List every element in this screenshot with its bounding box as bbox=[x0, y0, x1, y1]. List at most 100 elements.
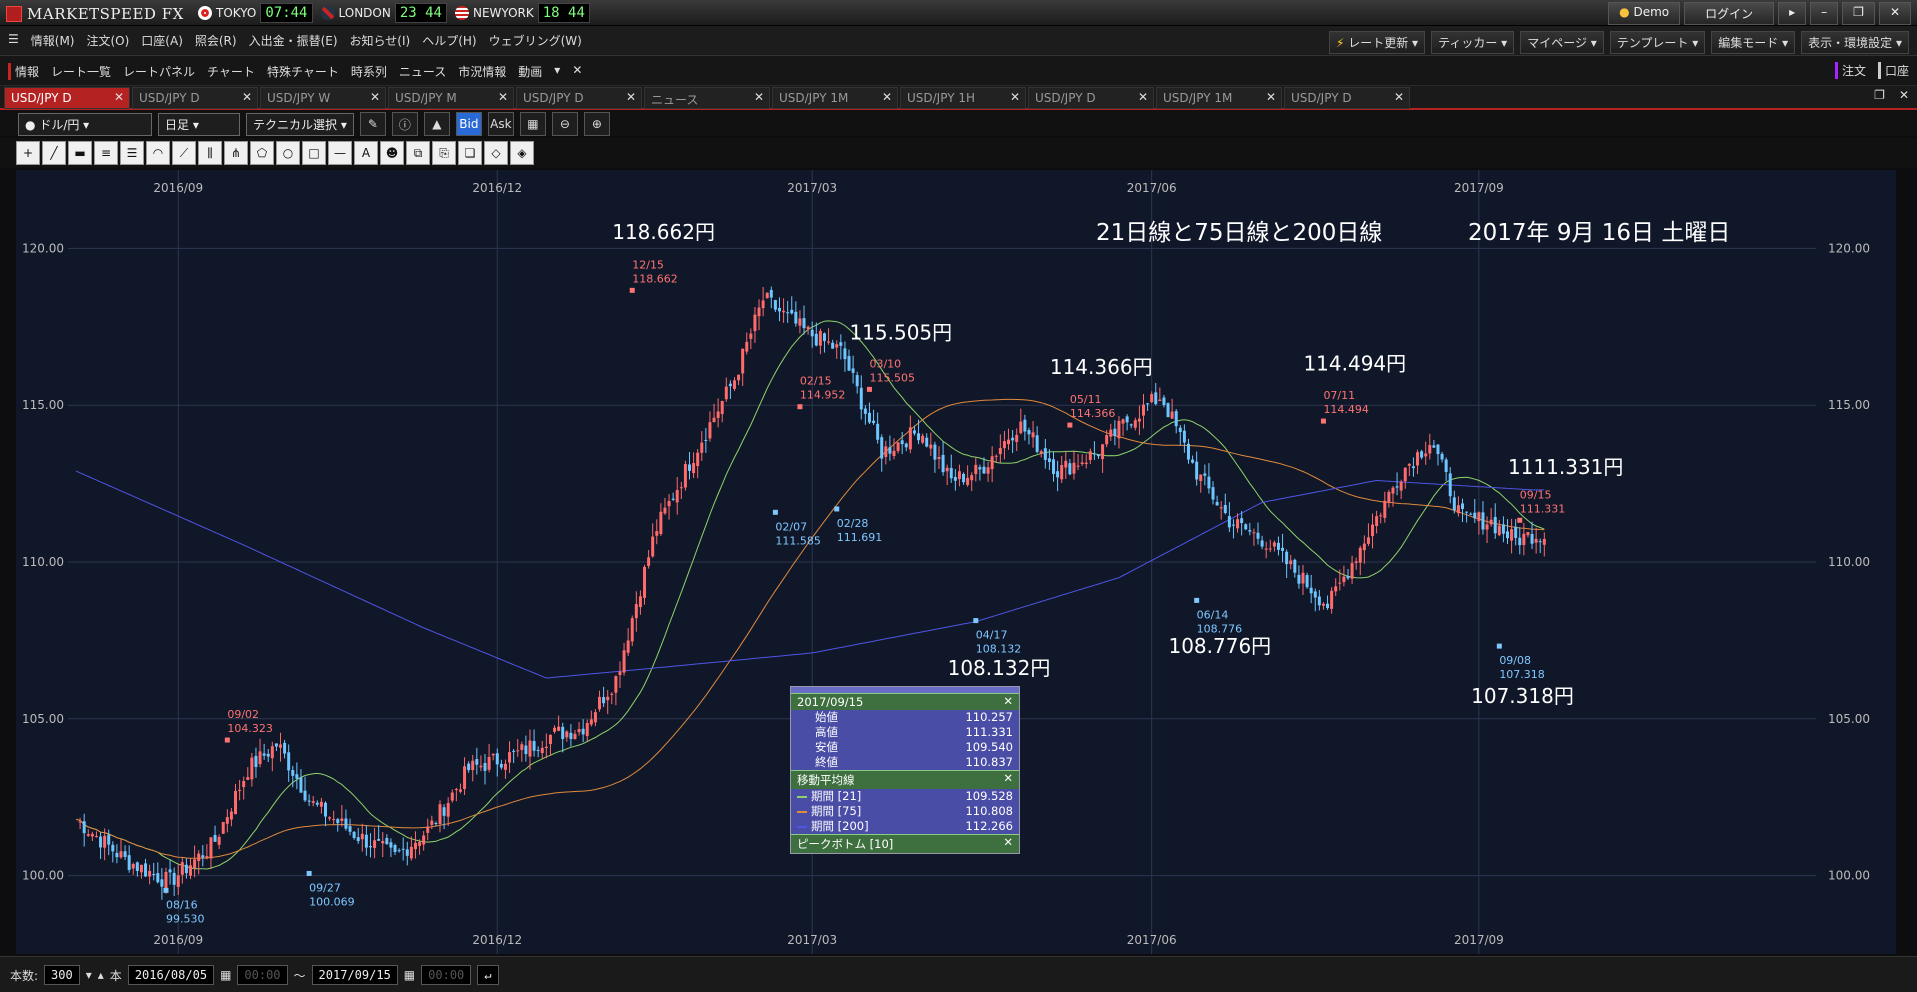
from-time-input[interactable]: 00:00 bbox=[237, 965, 288, 985]
trendline-icon[interactable]: ╱ bbox=[42, 141, 66, 165]
restore-icon[interactable]: ❐ bbox=[1874, 88, 1885, 102]
mypage-button[interactable]: マイページ ▾ bbox=[1520, 31, 1604, 54]
tab-chart[interactable]: USD/JPY M ✕ bbox=[388, 87, 514, 109]
fan-icon[interactable]: ⟋ bbox=[172, 141, 196, 165]
crosshair-icon[interactable]: + bbox=[16, 141, 40, 165]
close-icon[interactable]: ✕ bbox=[1138, 90, 1148, 104]
icon-stamp-icon[interactable]: ☻ bbox=[380, 141, 404, 165]
ohlc-info-panel[interactable]: 2017/09/15 ✕ 始値 110.257 高値 111.331 安値 109.54… bbox=[790, 686, 1020, 854]
eraser-all-icon[interactable]: ◈ bbox=[510, 141, 534, 165]
close-icon[interactable]: ✕ bbox=[754, 90, 764, 104]
func-item[interactable]: レート一覧 bbox=[51, 63, 111, 80]
func-item[interactable]: 情報 bbox=[8, 63, 39, 80]
close-icon[interactable]: ✕ bbox=[1878, 2, 1911, 25]
tab-chart[interactable]: USD/JPY D ✕ bbox=[516, 87, 642, 109]
calendar-icon[interactable]: ▦ bbox=[404, 968, 415, 982]
func-item[interactable]: 時系列 bbox=[351, 63, 387, 80]
calendar-icon[interactable]: ▦ bbox=[220, 968, 231, 982]
menu-item[interactable]: 口座(A) bbox=[141, 32, 183, 49]
info-icon[interactable]: ⓘ bbox=[391, 112, 418, 136]
close-icon[interactable]: ✕ bbox=[498, 90, 508, 104]
tab-chart[interactable]: USD/JPY D ✕ bbox=[1028, 87, 1154, 109]
area-chart-icon[interactable]: ▲ bbox=[423, 112, 450, 136]
menu-item[interactable]: 照会(R) bbox=[195, 32, 237, 49]
bid-button[interactable]: Bid bbox=[455, 112, 482, 136]
func-item[interactable]: 市況情報 bbox=[458, 63, 506, 80]
edit-mode-button[interactable]: 編集モード ▾ bbox=[1711, 31, 1796, 54]
demo-button[interactable]: ● Demo bbox=[1608, 2, 1681, 25]
close-icon[interactable]: ✕ bbox=[1394, 90, 1404, 104]
template-button[interactable]: テンプレート ▾ bbox=[1609, 31, 1706, 54]
ruler-icon[interactable]: ▬ bbox=[68, 141, 92, 165]
from-date-input[interactable]: 2016/08/05 bbox=[127, 965, 215, 985]
zoom-out-icon[interactable]: ⊖ bbox=[551, 112, 578, 136]
close-icon[interactable]: ✕ bbox=[1010, 90, 1020, 104]
count-input[interactable]: 300 bbox=[44, 965, 80, 985]
menu-item[interactable]: 情報(M) bbox=[31, 32, 75, 49]
text-icon[interactable]: A bbox=[354, 141, 378, 165]
menu-item[interactable]: お知らせ(I) bbox=[350, 32, 411, 49]
tab-chart[interactable]: USD/JPY 1M ✕ bbox=[772, 87, 898, 109]
tab-chart[interactable]: USD/JPY D ✕ bbox=[4, 87, 130, 109]
tab-chart[interactable]: USD/JPY D ✕ bbox=[132, 87, 258, 109]
arc-icon[interactable]: ◠ bbox=[146, 141, 170, 165]
count-down-icon[interactable]: ▾ bbox=[86, 968, 92, 982]
display-settings-button[interactable]: 表示・環境設定 ▾ bbox=[1801, 31, 1909, 54]
rate-update-button[interactable]: ⚡ レート更新 ▾ bbox=[1328, 31, 1426, 54]
close-icon[interactable]: ✕ bbox=[1899, 88, 1909, 102]
menu-item[interactable]: 入出金・振替(E) bbox=[249, 32, 338, 49]
tab-chart[interactable]: USD/JPY 1H ✕ bbox=[900, 87, 1026, 109]
tab-news[interactable]: ニュース ✕ bbox=[644, 87, 770, 109]
func-item[interactable]: 特殊チャート bbox=[267, 63, 339, 80]
pitchfork-icon[interactable]: ⋔ bbox=[224, 141, 248, 165]
close-icon[interactable]: ✕ bbox=[114, 90, 124, 104]
close-icon[interactable]: ✕ bbox=[370, 90, 380, 104]
login-button[interactable]: ログイン bbox=[1684, 2, 1775, 25]
menu-toggle-icon[interactable]: ☰ bbox=[8, 32, 19, 49]
close-icon[interactable]: ✕ bbox=[242, 90, 252, 104]
period-select[interactable]: 日足 ▾ bbox=[158, 112, 240, 136]
horizontal-line-icon[interactable]: — bbox=[328, 141, 352, 165]
maximize-icon[interactable]: ❐ bbox=[1842, 2, 1875, 25]
to-date-input[interactable]: 2017/09/15 bbox=[311, 965, 398, 985]
pair-select[interactable]: ● ドル/円 ▾ bbox=[18, 112, 152, 136]
func-item[interactable]: チャート bbox=[207, 63, 255, 80]
close-icon[interactable]: ✕ bbox=[1003, 694, 1013, 708]
close-icon[interactable]: ✕ bbox=[572, 63, 582, 80]
tab-chart[interactable]: USD/JPY W ✕ bbox=[260, 87, 386, 109]
chart-settings-icon[interactable]: ▦ bbox=[519, 112, 546, 136]
eraser-icon[interactable]: ◇ bbox=[484, 141, 508, 165]
func-item[interactable]: 動画 bbox=[518, 63, 542, 80]
technical-select[interactable]: テクニカル選択 ▾ bbox=[246, 112, 354, 136]
expand-icon[interactable]: ▸ bbox=[1778, 2, 1807, 25]
circle-icon[interactable]: ○ bbox=[276, 141, 300, 165]
layers-icon[interactable]: ❏ bbox=[458, 141, 482, 165]
minimize-icon[interactable]: – bbox=[1810, 2, 1839, 25]
close-icon[interactable]: ✕ bbox=[1003, 835, 1013, 849]
ask-button[interactable]: Ask bbox=[487, 112, 514, 136]
fibonacci-icon[interactable]: ☰ bbox=[120, 141, 144, 165]
account-button[interactable]: 口座 bbox=[1877, 62, 1909, 79]
menu-item[interactable]: ウェブリング(W) bbox=[489, 32, 582, 49]
close-icon[interactable]: ✕ bbox=[1003, 771, 1013, 785]
to-time-input[interactable]: 00:00 bbox=[421, 965, 472, 985]
tab-chart[interactable]: USD/JPY 1M ✕ bbox=[1156, 87, 1282, 109]
pen-icon[interactable]: ✎ bbox=[359, 112, 386, 136]
menu-item[interactable]: 注文(O) bbox=[86, 32, 129, 49]
copy-icon[interactable]: ⧉ bbox=[406, 141, 430, 165]
horizontal-lines-icon[interactable]: ≡ bbox=[94, 141, 118, 165]
count-up-icon[interactable]: ▴ bbox=[98, 968, 104, 982]
close-icon[interactable]: ✕ bbox=[626, 90, 636, 104]
close-icon[interactable]: ✕ bbox=[882, 90, 892, 104]
menu-item[interactable]: ヘルプ(H) bbox=[422, 32, 476, 49]
vertical-lines-icon[interactable]: ⫼ bbox=[198, 141, 222, 165]
zoom-in-icon[interactable]: ⊕ bbox=[583, 112, 610, 136]
refresh-icon[interactable]: ↵ bbox=[477, 965, 499, 985]
paste-icon[interactable]: ⎘ bbox=[432, 141, 456, 165]
close-icon[interactable]: ✕ bbox=[1266, 90, 1276, 104]
rectangle-icon[interactable]: □ bbox=[302, 141, 326, 165]
order-button[interactable]: 注文 bbox=[1834, 62, 1866, 79]
pentagon-icon[interactable]: ⬠ bbox=[250, 141, 274, 165]
ticker-button[interactable]: ティッカー ▾ bbox=[1431, 31, 1515, 54]
dropdown-icon[interactable]: ▾ bbox=[554, 63, 560, 80]
